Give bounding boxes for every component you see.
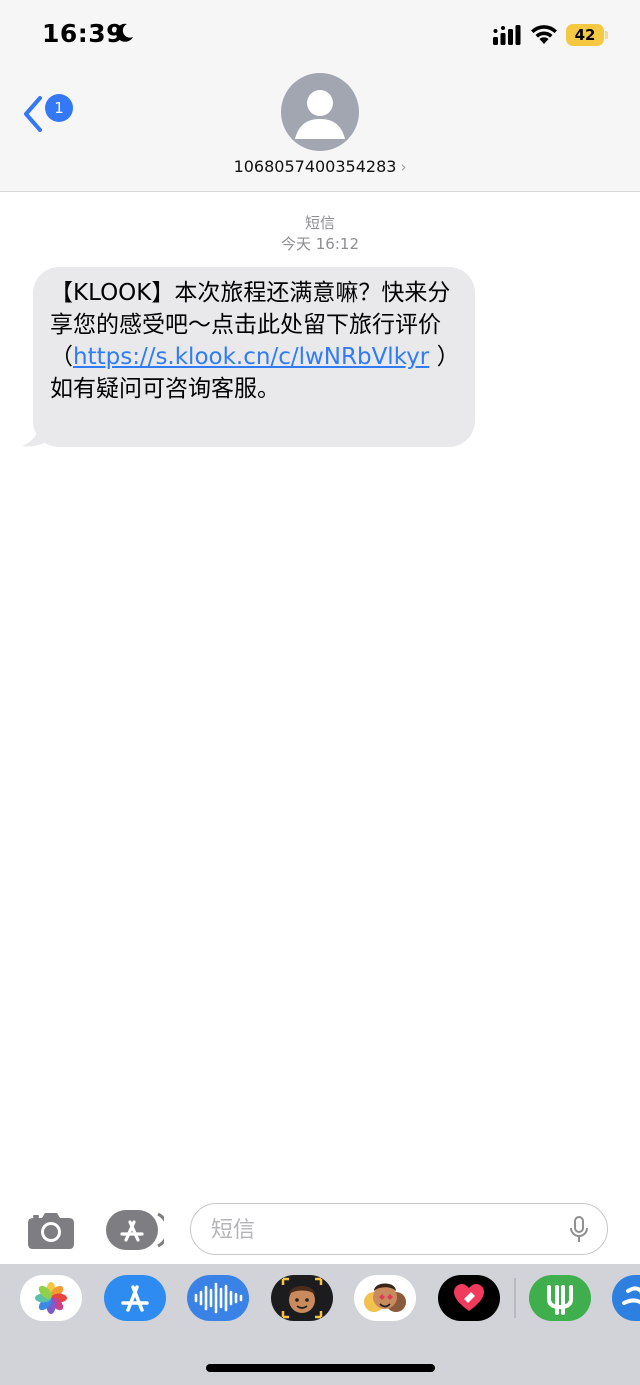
green-app-icon[interactable]: [529, 1275, 591, 1321]
back-button[interactable]: 1: [22, 94, 82, 134]
message-link[interactable]: https://s.klook.cn/c/lwNRbVlkyr: [73, 344, 429, 370]
status-time: 16:39: [42, 19, 125, 48]
conversation-header: 1 1068057400354283 ›: [0, 70, 640, 192]
battery-icon: 42: [566, 24, 608, 46]
camera-icon: [28, 1213, 74, 1249]
chevron-right-icon: ›: [400, 158, 407, 176]
wifi-icon: [531, 25, 557, 44]
imessage-app-drawer: [0, 1264, 640, 1385]
app-store-app-icon[interactable]: [104, 1275, 166, 1321]
memoji-stickers-app-icon[interactable]: [354, 1275, 416, 1321]
message-text: 【KLOOK】本次旅程还满意嘛？快来分享您的感受吧～点击此处留下旅行评价（htt…: [50, 277, 465, 405]
photos-app-icon[interactable]: [20, 1275, 82, 1321]
battery-tip: [605, 31, 608, 39]
contact-avatar[interactable]: [281, 73, 359, 151]
message-input-field[interactable]: [190, 1203, 608, 1255]
home-indicator[interactable]: [206, 1364, 435, 1372]
message-timestamp: 今天 16:12: [281, 235, 359, 253]
audio-message-app-icon[interactable]: [187, 1275, 249, 1321]
message-input[interactable]: [209, 1212, 543, 1248]
apps-button[interactable]: [106, 1210, 170, 1250]
cellular-signal-icon: [493, 25, 521, 45]
service-label: 短信: [304, 214, 335, 232]
drawer-divider: [514, 1278, 516, 1318]
camera-button[interactable]: [27, 1210, 75, 1250]
digital-touch-app-icon[interactable]: [438, 1275, 500, 1321]
chevron-left-icon: [24, 96, 42, 132]
battery-level: 42: [566, 24, 604, 46]
blue-app-icon[interactable]: [612, 1275, 640, 1321]
person-icon: [295, 90, 345, 139]
status-bar: 16:39 42: [0, 0, 640, 70]
microphone-icon[interactable]: [568, 1216, 590, 1244]
app-store-icon: [106, 1210, 170, 1250]
contact-name-button[interactable]: 1068057400354283 ›: [0, 157, 640, 176]
memoji-app-icon[interactable]: [271, 1275, 333, 1321]
moon-icon: [116, 23, 133, 42]
contact-number: 1068057400354283: [233, 157, 397, 176]
unread-badge: 1: [45, 94, 73, 122]
